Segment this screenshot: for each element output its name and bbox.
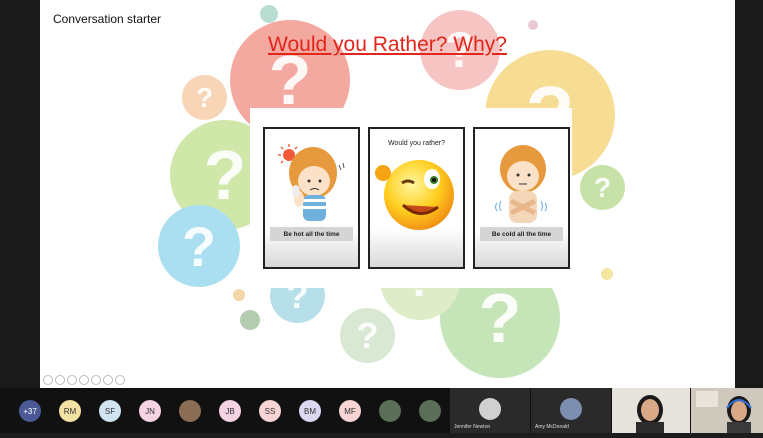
participant-strip: +37 RM SF JN JB SS BM MF Jennifer Newton… xyxy=(0,388,763,433)
participant-video-tile[interactable] xyxy=(612,388,690,433)
hot-person-illustration xyxy=(278,144,345,221)
participant-photo-avatar[interactable] xyxy=(379,400,401,422)
dot-decoration xyxy=(601,268,613,280)
participant-video xyxy=(696,391,752,433)
participant-photo-avatar xyxy=(479,398,501,420)
participant-photo-avatar xyxy=(560,398,582,420)
toolbar-prev-icon[interactable] xyxy=(43,375,53,385)
participant-avatar[interactable]: MF xyxy=(339,400,361,422)
toolbar-more-icon[interactable] xyxy=(115,375,125,385)
hot-card-caption: Be hot all the time xyxy=(270,227,353,241)
participant-tile[interactable]: Amy McDonald xyxy=(531,388,611,433)
cold-person-illustration xyxy=(494,145,548,223)
winking-face-emoji-icon xyxy=(375,160,454,230)
cards-panel: Be hot all the time Would you rather? Be… xyxy=(250,108,572,288)
left-margin xyxy=(0,0,40,388)
participant-avatar[interactable]: BM xyxy=(299,400,321,422)
participant-avatar[interactable]: JB xyxy=(219,400,241,422)
question-bubble-decoration: ? xyxy=(340,308,395,363)
participant-name: Jennifer Newton xyxy=(454,424,491,430)
more-participants-button[interactable]: +37 xyxy=(19,400,41,422)
toolbar-next-icon[interactable] xyxy=(55,375,65,385)
participant-avatar[interactable]: SF xyxy=(99,400,121,422)
hot-card: Be hot all the time xyxy=(263,127,360,269)
participant-name: Amy McDonald xyxy=(535,424,569,430)
shared-slide: ? ? ? ? ? ? ? ? ? ? ? Conversation start… xyxy=(40,0,735,388)
participant-avatar[interactable]: RM xyxy=(59,400,81,422)
toolbar-pen-icon[interactable] xyxy=(67,375,77,385)
cold-card: Be cold all the time xyxy=(473,127,570,269)
would-you-rather-card: Would you rather? xyxy=(368,127,465,269)
dot-decoration xyxy=(260,5,278,23)
participant-video-tile[interactable] xyxy=(691,388,763,433)
dot-decoration xyxy=(233,289,245,301)
toolbar-subtitles-icon[interactable] xyxy=(103,375,113,385)
toolbar-slides-icon[interactable] xyxy=(79,375,89,385)
participant-photo-avatar[interactable] xyxy=(419,400,441,422)
participant-avatar[interactable]: SS xyxy=(259,400,281,422)
slide-toolbar xyxy=(43,375,125,385)
toolbar-zoom-icon[interactable] xyxy=(91,375,101,385)
slide-label: Conversation starter xyxy=(53,12,162,26)
participant-video xyxy=(636,395,664,433)
cold-card-caption: Be cold all the time xyxy=(480,227,563,241)
dot-decoration xyxy=(240,310,260,330)
participant-photo-avatar[interactable] xyxy=(179,400,201,422)
question-bubble-decoration: ? xyxy=(580,165,625,210)
dot-decoration xyxy=(528,20,538,30)
slide-title: Would you Rather? Why? xyxy=(268,33,507,56)
question-bubble-decoration: ? xyxy=(182,75,227,120)
participant-tile[interactable]: Jennifer Newton xyxy=(450,388,530,433)
right-margin xyxy=(735,0,763,388)
participant-avatar[interactable]: JN xyxy=(139,400,161,422)
question-bubble-decoration: ? xyxy=(158,205,240,287)
